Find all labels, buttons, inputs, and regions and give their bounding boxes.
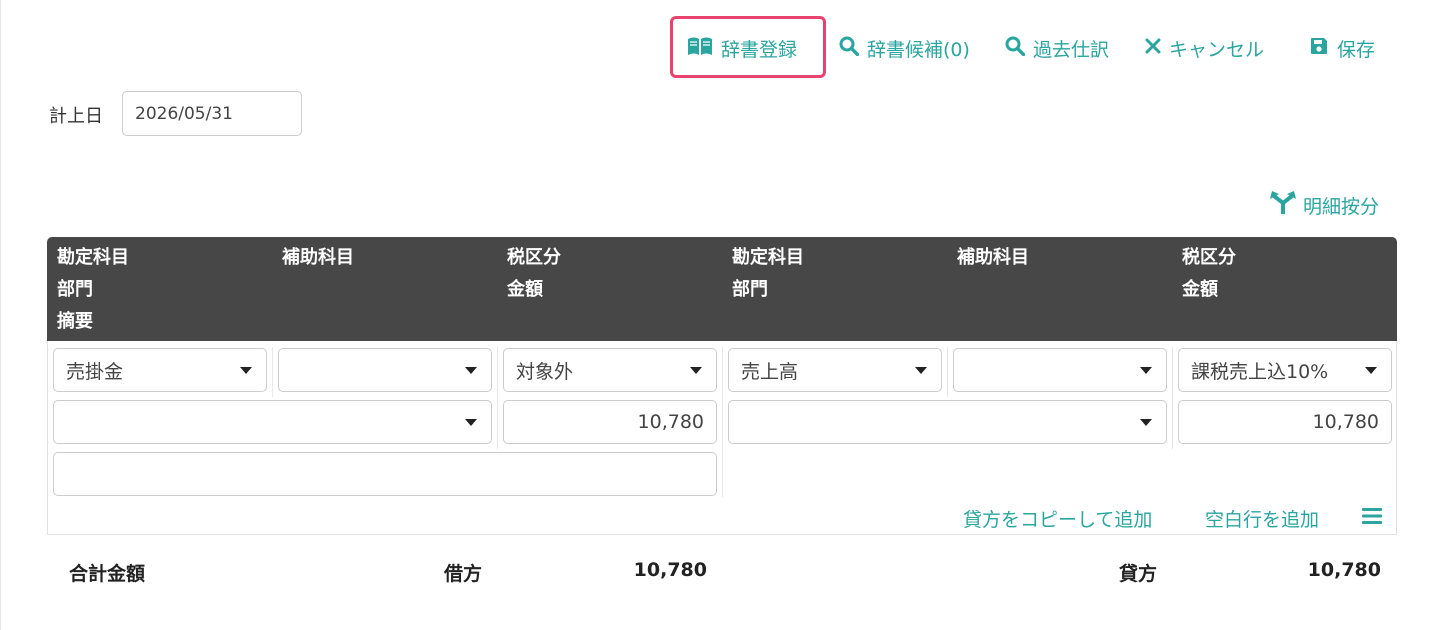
cell-divider	[722, 347, 723, 497]
split-arrows-icon	[1269, 190, 1297, 221]
credit-account-select[interactable]: 売上高	[728, 348, 942, 392]
debit-department-select[interactable]	[53, 400, 492, 444]
cell-divider	[1172, 347, 1173, 449]
search-icon	[839, 36, 860, 61]
debit-tax-select[interactable]: 対象外	[503, 348, 717, 392]
debit-sub-account-select[interactable]	[278, 348, 492, 392]
header-debit-account: 勘定科目	[57, 247, 129, 268]
dict-candidates-button[interactable]: 辞書候補(0)	[839, 30, 970, 66]
header-credit-amount: 金額	[1182, 279, 1218, 300]
copy-credit-and-add-button[interactable]: 貸方をコピーして追加	[963, 505, 1152, 532]
debit-amount-input[interactable]: 10,780	[503, 400, 717, 444]
cell-divider	[947, 347, 948, 397]
debit-account-value: 売掛金	[66, 360, 124, 383]
past-entries-label: 過去仕訳	[1033, 38, 1110, 61]
add-blank-row-button[interactable]: 空白行を追加	[1205, 505, 1319, 532]
caret-down-icon	[1140, 419, 1152, 426]
header-debit-amount: 金額	[507, 279, 543, 300]
totals-credit-value: 10,780	[1307, 559, 1381, 581]
cancel-button[interactable]: キャンセル	[1145, 30, 1264, 66]
date-label: 計上日	[49, 106, 103, 127]
dict-candidates-label: 辞書候補(0)	[867, 38, 970, 61]
header-debit-tax: 税区分	[507, 247, 561, 268]
totals-debit-value: 10,780	[633, 559, 707, 581]
save-button[interactable]: 保存	[1309, 30, 1375, 66]
totals-credit-label: 貸方	[1119, 563, 1158, 585]
cell-divider	[272, 347, 273, 397]
hamburger-menu-icon	[1361, 506, 1383, 531]
debit-tax-value: 対象外	[516, 360, 574, 383]
past-entries-button[interactable]: 過去仕訳	[1005, 30, 1109, 66]
credit-tax-select[interactable]: 課税売上込10%	[1178, 348, 1392, 392]
save-label: 保存	[1337, 38, 1376, 61]
header-credit-department: 部門	[732, 279, 768, 300]
caret-down-icon	[465, 419, 477, 426]
focus-highlight	[670, 16, 826, 78]
header-credit-account: 勘定科目	[732, 247, 804, 268]
split-detail-button[interactable]: 明細按分	[1269, 190, 1379, 221]
split-detail-label: 明細按分	[1303, 196, 1380, 218]
search-icon	[1005, 36, 1026, 61]
credit-sub-account-select[interactable]	[953, 348, 1167, 392]
credit-account-value: 売上高	[741, 360, 799, 383]
journal-entry-page: 辞書登録 辞書候補(0) 過去仕訳 キャンセル 保存 計上日 2026/05/3…	[0, 0, 1440, 630]
close-icon	[1145, 37, 1161, 59]
totals-debit-label: 借方	[444, 563, 483, 585]
caret-down-icon	[240, 367, 252, 374]
caret-down-icon	[915, 367, 927, 374]
credit-tax-value: 課税売上込10%	[1191, 360, 1329, 383]
row-menu-button[interactable]	[1361, 506, 1383, 531]
cancel-label: キャンセル	[1169, 38, 1265, 61]
header-credit-tax: 税区分	[1182, 247, 1236, 268]
caret-down-icon	[1140, 367, 1152, 374]
debit-account-select[interactable]: 売掛金	[53, 348, 267, 392]
credit-amount-input[interactable]: 10,780	[1178, 400, 1392, 444]
credit-department-select[interactable]	[728, 400, 1167, 444]
memo-input[interactable]	[53, 452, 717, 496]
totals-label: 合計金額	[69, 563, 146, 585]
header-debit-department: 部門	[57, 279, 93, 300]
caret-down-icon	[465, 367, 477, 374]
date-field[interactable]: 2026/05/31	[122, 91, 302, 136]
caret-down-icon	[1365, 367, 1377, 374]
caret-down-icon	[690, 367, 702, 374]
cell-divider	[497, 347, 498, 449]
journal-table-header: 勘定科目 部門 摘要 補助科目 税区分 金額 勘定科目 部門 補助科目 税区分 …	[47, 237, 1397, 341]
header-credit-sub-account: 補助科目	[957, 247, 1029, 268]
header-debit-sub-account: 補助科目	[282, 247, 354, 268]
floppy-disk-icon	[1309, 36, 1329, 61]
header-debit-memo: 摘要	[57, 311, 93, 332]
